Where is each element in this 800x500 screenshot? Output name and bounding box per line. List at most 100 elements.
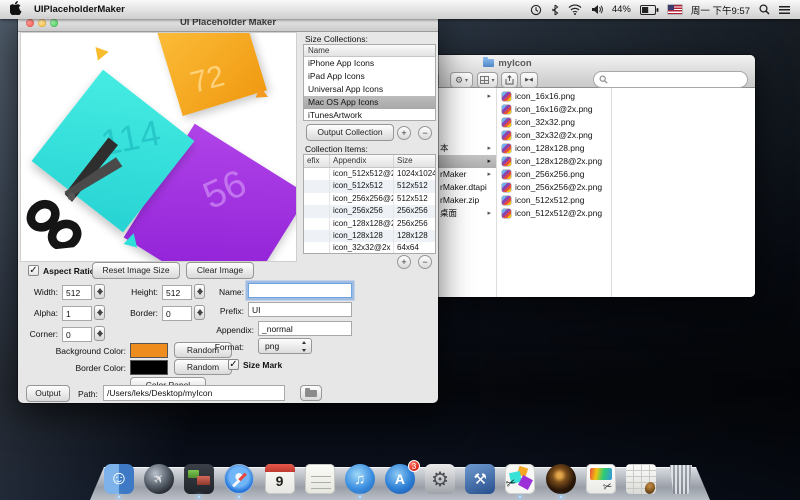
- cell: icon_512x512: [330, 180, 394, 192]
- apple-menu-icon[interactable]: [10, 1, 22, 18]
- file-name: icon_32x32@2x.png: [515, 129, 593, 142]
- dock-item-grab-bean[interactable]: [622, 458, 660, 500]
- disclosure-arrow-icon: ▸: [487, 90, 491, 103]
- wifi-icon[interactable]: [568, 4, 582, 15]
- cell: [304, 168, 330, 180]
- collection-item-row[interactable]: icon_128x128128x128: [304, 230, 435, 242]
- finder-file-row[interactable]: icon_16x16.png: [498, 90, 611, 103]
- share-icon: [505, 75, 514, 85]
- background-color-swatch[interactable]: [130, 343, 168, 358]
- notification-center-icon[interactable]: [779, 6, 790, 14]
- collapse-arrows-button[interactable]: ▶◀: [520, 72, 538, 88]
- size-mark-checkbox[interactable]: ✓: [228, 359, 239, 370]
- column-header[interactable]: Appendix: [330, 155, 394, 167]
- dock-item-system-preferences[interactable]: ⚙: [421, 458, 459, 500]
- time-machine-icon[interactable]: [530, 4, 542, 16]
- appendix-field[interactable]: _normal: [258, 321, 352, 336]
- dock-item-dark-sphere[interactable]: [542, 458, 580, 500]
- finder-file-row[interactable]: icon_16x16@2x.png: [498, 103, 611, 116]
- item-label: 本: [440, 142, 449, 155]
- remove-item-button[interactable]: −: [418, 255, 432, 269]
- menubar-clock[interactable]: 周一 下午9:57: [691, 3, 750, 17]
- dock-item-app-store[interactable]: A3: [381, 458, 419, 500]
- image-preview[interactable]: 72 114 56: [20, 32, 297, 262]
- desktop: UIPlaceholderMaker 44% 周一 下午9:57: [0, 0, 800, 500]
- remove-collection-button[interactable]: −: [418, 126, 432, 140]
- collection-item-row[interactable]: icon_512x512@2x1024x1024: [304, 168, 435, 180]
- arrange-button[interactable]: ▾: [477, 72, 498, 88]
- clear-image-button[interactable]: Clear Image: [186, 262, 254, 279]
- collection-item-row[interactable]: icon_128x128@2x256x256: [304, 218, 435, 230]
- dock-item-reminders[interactable]: [301, 458, 339, 500]
- battery-icon[interactable]: [640, 5, 659, 15]
- alpha-field[interactable]: 1: [62, 306, 92, 321]
- border-random-button[interactable]: Random: [174, 359, 232, 375]
- dock-item-itunes[interactable]: ♫: [341, 458, 379, 500]
- volume-icon[interactable]: [591, 4, 603, 15]
- finder-file-row[interactable]: icon_128x128@2x.png: [498, 155, 611, 168]
- aspect-ratio-checkbox[interactable]: ✓: [28, 265, 39, 276]
- finder-column-3: [613, 88, 755, 297]
- cell: 512x512: [394, 180, 435, 192]
- aspect-ratio-label: Aspect Ratio: [43, 266, 95, 276]
- output-collection-button[interactable]: Output Collection: [306, 124, 394, 141]
- name-field[interactable]: [248, 283, 352, 298]
- finder-file-row[interactable]: icon_512x512.png: [498, 194, 611, 207]
- image-clip-icon: ✂: [586, 464, 616, 494]
- input-language-flag-icon[interactable]: [668, 5, 682, 14]
- output-button[interactable]: Output: [26, 385, 70, 402]
- dock-item-screens[interactable]: [180, 458, 218, 500]
- add-item-button[interactable]: +: [397, 255, 411, 269]
- ui-placeholder-maker-window: UI Placeholder Maker 72 114 56 Size Coll…: [18, 14, 438, 403]
- corner-stepper[interactable]: [94, 326, 105, 341]
- dock-item-ui-placeholder-maker[interactable]: ✂: [501, 458, 539, 500]
- width-field[interactable]: 512: [62, 285, 92, 300]
- collection-item-row[interactable]: icon_256x256@2x512x512: [304, 193, 435, 205]
- size-collection-row[interactable]: iTunesArtwork: [304, 109, 435, 121]
- column-header[interactable]: Size: [394, 155, 435, 167]
- size-collections-header[interactable]: Name: [304, 45, 435, 57]
- menubar-app-name[interactable]: UIPlaceholderMaker: [34, 4, 125, 15]
- bluetooth-icon[interactable]: [551, 4, 559, 16]
- battery-percent: 44%: [612, 4, 631, 15]
- dock-item-xcode[interactable]: ⚒: [461, 458, 499, 500]
- dock-item-trash[interactable]: [662, 458, 700, 500]
- size-collection-row[interactable]: Mac OS App Icons: [304, 96, 435, 109]
- finder-file-row[interactable]: icon_512x512@2x.png: [498, 207, 611, 220]
- spotlight-icon[interactable]: [759, 4, 770, 15]
- choose-folder-button[interactable]: [300, 385, 322, 401]
- dock-item-finder[interactable]: ☺: [100, 458, 138, 500]
- finder-file-row[interactable]: icon_32x32.png: [498, 116, 611, 129]
- collection-item-row[interactable]: icon_256x256256x256: [304, 205, 435, 217]
- dock-item-safari[interactable]: [220, 458, 258, 500]
- finder-file-row[interactable]: icon_256x256@2x.png: [498, 181, 611, 194]
- size-collection-row[interactable]: Universal App Icons: [304, 83, 435, 96]
- add-collection-button[interactable]: +: [397, 126, 411, 140]
- collection-item-row[interactable]: icon_32x32@2x64x64: [304, 242, 435, 254]
- search-input[interactable]: [593, 71, 748, 88]
- prefix-field[interactable]: UI: [248, 302, 352, 317]
- finder-file-row[interactable]: icon_128x128.png: [498, 142, 611, 155]
- action-gear-button[interactable]: ⚙▾: [450, 72, 473, 88]
- size-collection-row[interactable]: iPhone App Icons: [304, 57, 435, 70]
- width-stepper[interactable]: [94, 284, 105, 299]
- collection-item-row[interactable]: icon_512x512512x512: [304, 180, 435, 192]
- collection-items-table: efixAppendixSize icon_512x512@2x1024x102…: [303, 154, 436, 254]
- cell: icon_128x128: [330, 230, 394, 242]
- format-popup[interactable]: png: [258, 338, 312, 354]
- border-color-swatch[interactable]: [130, 360, 168, 375]
- size-collection-row[interactable]: iPad App Icons: [304, 70, 435, 83]
- corner-field[interactable]: 0: [62, 327, 92, 342]
- dock-item-image-clip[interactable]: ✂: [582, 458, 620, 500]
- item-label: rMaker.dtapi: [440, 181, 487, 194]
- alpha-stepper[interactable]: [94, 305, 105, 320]
- share-button[interactable]: [501, 72, 518, 88]
- calendar-icon: 9: [265, 464, 295, 494]
- reset-image-size-button[interactable]: Reset Image Size: [92, 262, 180, 279]
- column-header[interactable]: efix: [304, 155, 330, 167]
- path-field[interactable]: /Users/leks/Desktop/myIcon: [103, 385, 285, 401]
- finder-file-row[interactable]: icon_32x32@2x.png: [498, 129, 611, 142]
- dock-item-launchpad[interactable]: ✈: [140, 458, 178, 500]
- finder-file-row[interactable]: icon_256x256.png: [498, 168, 611, 181]
- dock-item-calendar[interactable]: 9: [261, 458, 299, 500]
